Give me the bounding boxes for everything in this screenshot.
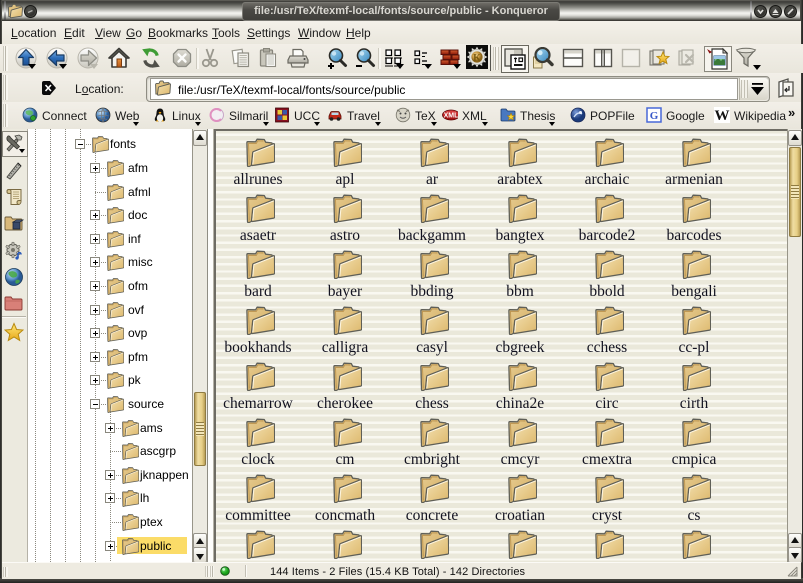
- svg-text:XML: XML: [444, 113, 458, 120]
- svg-text:G: G: [650, 110, 659, 122]
- svg-text:W: W: [715, 108, 730, 123]
- svg-text:K: K: [473, 53, 481, 64]
